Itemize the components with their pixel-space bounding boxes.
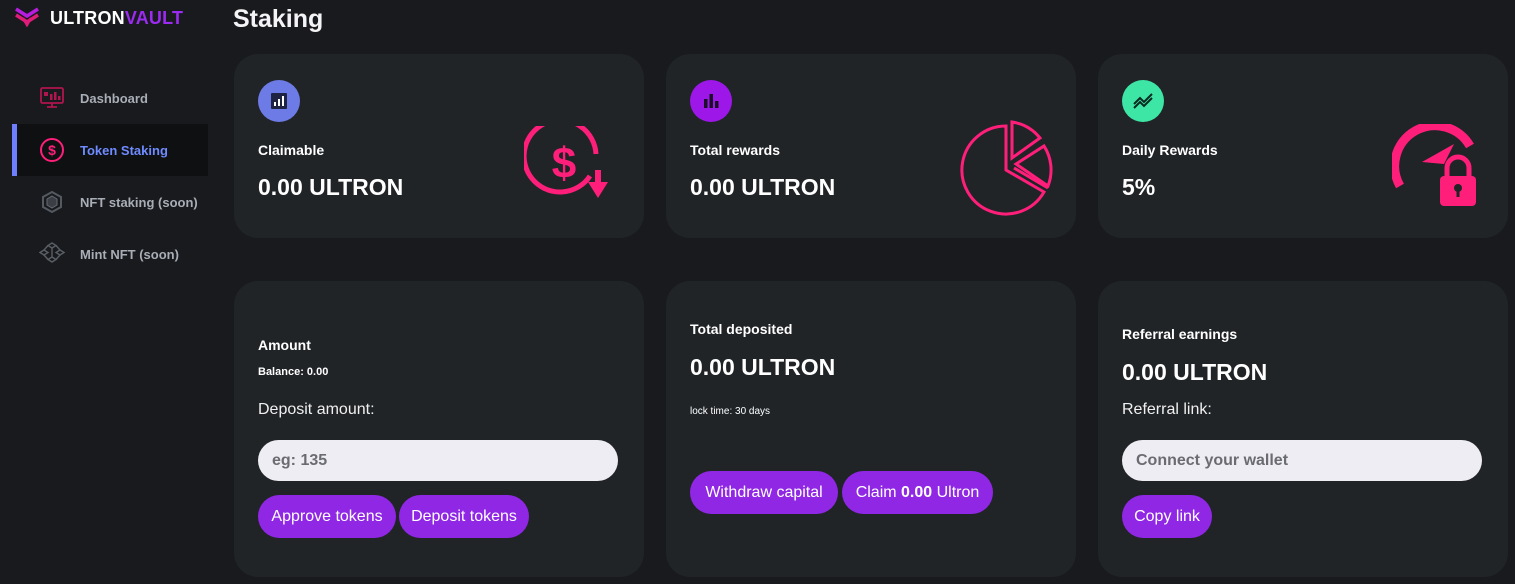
dollar-arrow-down-icon: $ (521, 117, 616, 211)
pie-chart-icon (956, 118, 1056, 223)
claim-button[interactable]: Claim 0.00 Ultron (842, 471, 993, 514)
brand-name-part2: VAULT (124, 7, 184, 28)
withdraw-capital-button[interactable]: Withdraw capital (690, 471, 838, 514)
app-root: ULTRONVAULT Dashboard $ Token Staking NF… (0, 0, 1515, 584)
bar-chart-icon (690, 80, 732, 122)
total-deposited-label: Total deposited (690, 321, 793, 337)
svg-text:$: $ (552, 139, 576, 188)
total-rewards-card: Total rewards 0.00 ULTRON (666, 54, 1076, 238)
referral-link-label: Referral link: (1122, 401, 1212, 418)
sidebar-item-nft-staking[interactable]: NFT staking (soon) (12, 176, 208, 228)
sidebar-item-label: Token Staking (80, 142, 168, 158)
sidebar: ULTRONVAULT Dashboard $ Token Staking NF… (0, 0, 210, 584)
sidebar-item-label: Mint NFT (soon) (80, 246, 179, 262)
brand-logo[interactable]: ULTRONVAULT (14, 4, 183, 32)
daily-rewards-card: Daily Rewards 5% (1098, 54, 1508, 238)
total-deposited-card: Total deposited 0.00 ULTRON lock time: 3… (666, 281, 1076, 577)
claimable-value: 0.00 ULTRON (258, 174, 404, 200)
referral-link-input[interactable]: Connect your wallet (1122, 440, 1482, 481)
trend-lines-icon (1122, 80, 1164, 122)
sidebar-nav: Dashboard $ Token Staking NFT staking (s… (12, 72, 208, 280)
dashboard-icon (38, 84, 66, 112)
approve-tokens-button[interactable]: Approve tokens (258, 495, 396, 538)
brand-name: ULTRONVAULT (50, 8, 183, 29)
deposit-amount-label: Deposit amount: (258, 401, 375, 418)
brand-name-part1: ULTRON (50, 7, 125, 28)
total-rewards-value: 0.00 ULTRON (690, 174, 836, 200)
claim-amount: 0.00 (901, 483, 933, 501)
sidebar-item-mint-nft[interactable]: Mint NFT (soon) (12, 228, 208, 280)
deposit-amount-input[interactable]: eg: 135 (258, 440, 618, 481)
svg-text:$: $ (48, 142, 56, 158)
lock-time-text: lock time: 30 days (690, 406, 771, 417)
total-deposited-value: 0.00 ULTRON (690, 354, 836, 380)
deposit-tokens-button[interactable]: Deposit tokens (399, 495, 529, 538)
sidebar-item-token-staking[interactable]: $ Token Staking (12, 124, 208, 176)
sidebar-item-label: NFT staking (soon) (80, 194, 198, 210)
nft-hex-icon (38, 188, 66, 216)
deposit-amount-placeholder: eg: 135 (272, 451, 328, 469)
deposit-card: Amount Balance: 0.00 Deposit amount: eg:… (234, 281, 644, 577)
ultronvault-logo-icon (14, 5, 40, 32)
bar-chart-icon (258, 80, 300, 122)
referral-earnings-label: Referral earnings (1122, 326, 1238, 342)
cube-network-icon (38, 240, 66, 268)
daily-rewards-value: 5% (1122, 174, 1156, 200)
daily-rewards-label: Daily Rewards (1122, 142, 1218, 158)
claim-suffix: Ultron (936, 483, 980, 501)
referral-earnings-value: 0.00 ULTRON (1122, 359, 1268, 385)
page-title: Staking (233, 5, 324, 33)
sidebar-item-label: Dashboard (80, 90, 148, 106)
sidebar-item-dashboard[interactable]: Dashboard (12, 72, 208, 124)
referral-link-placeholder: Connect your wallet (1136, 451, 1289, 469)
claimable-label: Claimable (258, 142, 325, 158)
referral-card: Referral earnings 0.00 ULTRON Referral l… (1098, 281, 1508, 577)
claim-prefix: Claim (855, 483, 897, 501)
total-rewards-label: Total rewards (690, 142, 780, 158)
gauge-lock-icon (1390, 121, 1482, 219)
copy-link-button[interactable]: Copy link (1122, 495, 1212, 538)
dollar-circle-icon: $ (38, 136, 66, 164)
claimable-card: Claimable 0.00 ULTRON $ (234, 54, 644, 238)
amount-label: Amount (258, 337, 311, 353)
balance-text: Balance: 0.00 (258, 366, 329, 378)
